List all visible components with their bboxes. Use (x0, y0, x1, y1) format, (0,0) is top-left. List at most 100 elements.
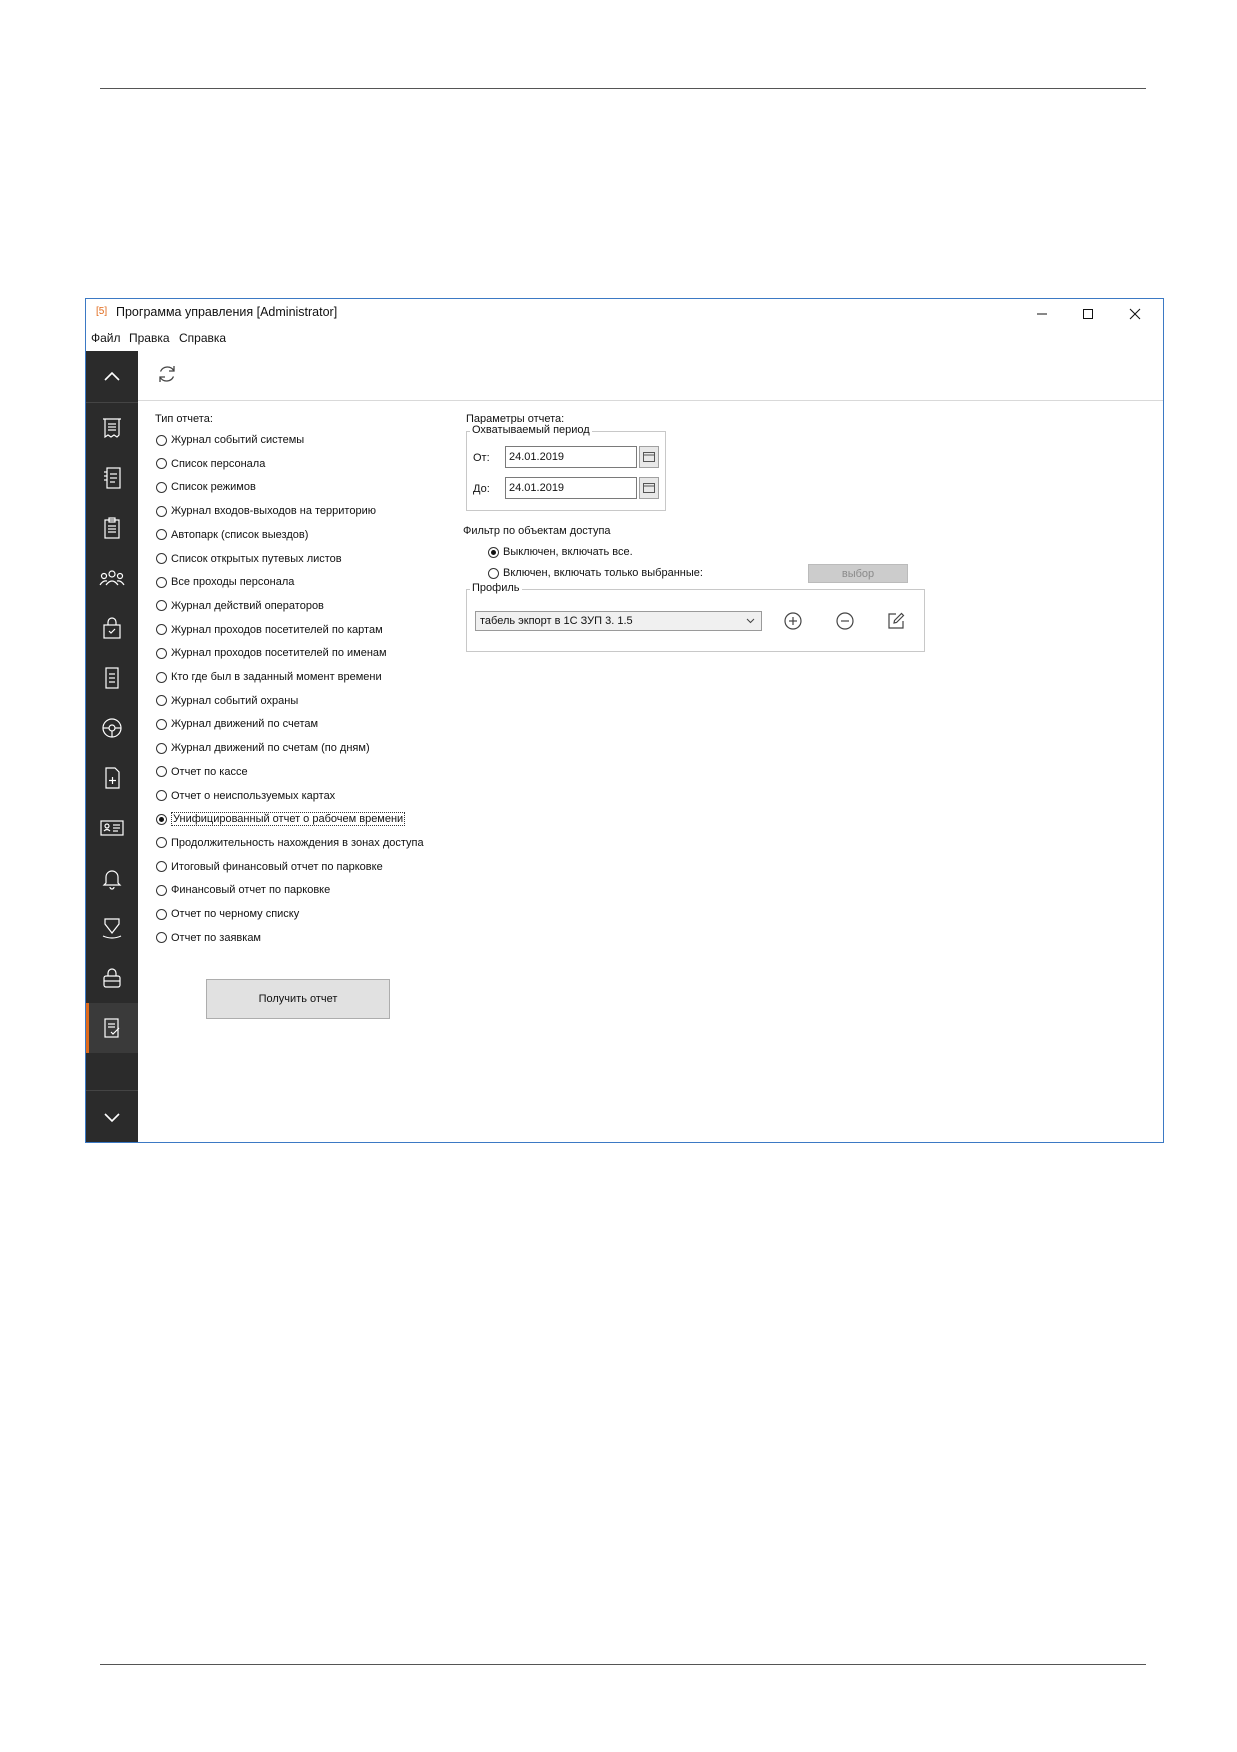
filter-on-radio[interactable] (488, 567, 499, 579)
report-type-radio[interactable] (156, 790, 167, 801)
report-type-radio[interactable] (156, 505, 167, 517)
report-type-option[interactable]: Список режимов (156, 478, 256, 496)
report-type-radio[interactable] (156, 647, 167, 659)
report-type-radio[interactable] (156, 458, 167, 470)
steering-wheel-icon (102, 718, 122, 738)
refresh-button[interactable] (154, 361, 180, 387)
nav-autopark[interactable] (86, 703, 138, 753)
nav-events-log[interactable] (86, 403, 138, 453)
report-type-radio[interactable] (156, 813, 167, 825)
choose-objects-button[interactable]: выбор (808, 564, 908, 583)
from-label: От: (473, 452, 490, 464)
report-type-option[interactable]: Журнал действий операторов (156, 597, 324, 615)
report-type-option[interactable]: Отчет по черному списку (156, 905, 299, 923)
profile-select[interactable]: табель экпорт в 1С ЗУП 3. 1.5 (475, 611, 762, 631)
report-type-radio[interactable] (156, 481, 167, 493)
report-type-radio[interactable] (156, 861, 167, 873)
to-calendar-button[interactable] (639, 477, 659, 499)
scroll-up-button[interactable] (86, 351, 138, 401)
menu-edit[interactable]: Правка (129, 331, 170, 345)
report-type-radio[interactable] (156, 908, 167, 920)
report-type-option[interactable]: Автопарк (список выездов) (156, 526, 308, 544)
nav-lock[interactable] (86, 953, 138, 1003)
report-type-radio[interactable] (156, 742, 167, 754)
add-profile-button[interactable] (780, 608, 806, 634)
report-type-radio[interactable] (156, 671, 167, 683)
report-type-option[interactable]: Журнал входов-выходов на территорию (156, 502, 376, 520)
report-type-option[interactable]: Финансовый отчет по парковке (156, 881, 330, 899)
report-type-option[interactable]: Список персонала (156, 455, 265, 473)
report-type-label: Отчет о неиспользуемых картах (171, 789, 336, 802)
report-type-option[interactable]: Журнал событий системы (156, 431, 304, 449)
report-type-radio[interactable] (156, 600, 167, 612)
nav-cards[interactable] (86, 803, 138, 853)
filter-off-option[interactable]: Выключен, включать все. (488, 543, 633, 561)
report-type-option[interactable]: Продолжительность нахождения в зонах дос… (156, 834, 424, 852)
report-type-radio[interactable] (156, 932, 167, 944)
minimize-button[interactable] (1019, 299, 1065, 329)
nav-document-list[interactable] (86, 453, 138, 503)
report-type-radio[interactable] (156, 434, 167, 446)
report-type-radio[interactable] (156, 529, 167, 541)
report-type-option[interactable]: Журнал событий охраны (156, 692, 298, 710)
filter-off-radio[interactable] (488, 546, 499, 558)
from-date-value: 24.01.2019 (509, 451, 565, 463)
events-log-icon (103, 418, 121, 439)
edit-profile-button[interactable] (883, 608, 909, 634)
report-type-option[interactable]: Отчет по кассе (156, 763, 248, 781)
nav-personnel[interactable] (86, 553, 138, 603)
report-type-option[interactable]: Список открытых путевых листов (156, 550, 342, 568)
report-type-label: Список открытых путевых листов (171, 552, 342, 565)
report-type-option[interactable]: Журнал проходов посетителей по картам (156, 621, 383, 639)
get-report-button[interactable]: Получить отчет (206, 979, 390, 1019)
report-type-radio[interactable] (156, 576, 167, 588)
menu-help[interactable]: Справка (179, 331, 226, 345)
report-type-radio[interactable] (156, 766, 167, 778)
nav-reports[interactable] (86, 1003, 138, 1053)
nav-document[interactable] (86, 653, 138, 703)
report-type-radio[interactable] (156, 553, 167, 564)
close-button[interactable] (1112, 299, 1158, 329)
menu-file[interactable]: Файл (91, 331, 121, 345)
from-calendar-button[interactable] (639, 446, 659, 468)
report-type-label: Автопарк (список выездов) (171, 528, 309, 541)
report-type-radio[interactable] (156, 695, 167, 707)
report-type-option[interactable]: Отчет по заявкам (156, 929, 261, 947)
clipboard-icon (104, 517, 120, 539)
page-bottom-rule (100, 1664, 1146, 1665)
report-type-radio[interactable] (156, 837, 167, 849)
document-list-icon (104, 467, 121, 489)
report-type-option[interactable]: Отчет о неиспользуемых картах (156, 787, 335, 805)
from-date-field[interactable]: 24.01.2019 (505, 446, 637, 468)
report-type-option[interactable]: Итоговый финансовый отчет по парковке (156, 858, 383, 876)
document-icon (105, 667, 119, 689)
report-type-radio[interactable] (156, 884, 167, 896)
filter-off-label: Выключен, включать все. (503, 546, 633, 558)
report-type-label: Журнал проходов посетителей по картам (171, 623, 383, 636)
report-type-radio[interactable] (156, 624, 167, 636)
calendar-icon (643, 483, 655, 493)
maximize-button[interactable] (1065, 299, 1111, 329)
report-type-label: Кто где был в заданный момент времени (171, 671, 382, 683)
report-type-option[interactable]: Кто где был в заданный момент времени (156, 668, 382, 686)
report-type-option[interactable]: Журнал движений по счетам (156, 715, 318, 733)
filter-on-option[interactable]: Включен, включать только выбранные: (488, 564, 703, 582)
to-date-field[interactable]: 24.01.2019 (505, 477, 637, 499)
nav-new-document[interactable] (86, 753, 138, 803)
report-type-option[interactable]: Журнал движений по счетам (по дням) (156, 739, 370, 757)
scroll-down-button[interactable] (86, 1093, 138, 1142)
nav-clipboard[interactable] (86, 503, 138, 553)
report-type-label: Журнал движений по счетам (по дням) (171, 742, 370, 755)
remove-profile-button[interactable] (832, 608, 858, 634)
report-type-radio[interactable] (156, 718, 167, 730)
nav-alarms[interactable] (86, 853, 138, 903)
to-label: До: (473, 483, 490, 495)
profile-group-title: Профиль (470, 582, 522, 594)
minimize-icon (1037, 313, 1047, 315)
nav-location[interactable] (86, 903, 138, 953)
report-type-option[interactable]: Журнал проходов посетителей по именам (156, 644, 387, 662)
nav-access[interactable] (86, 603, 138, 653)
lock-icon (103, 968, 121, 988)
report-type-option[interactable]: Унифицированный отчет о рабочем времени (156, 810, 406, 828)
report-type-option[interactable]: Все проходы персонала (156, 573, 294, 591)
